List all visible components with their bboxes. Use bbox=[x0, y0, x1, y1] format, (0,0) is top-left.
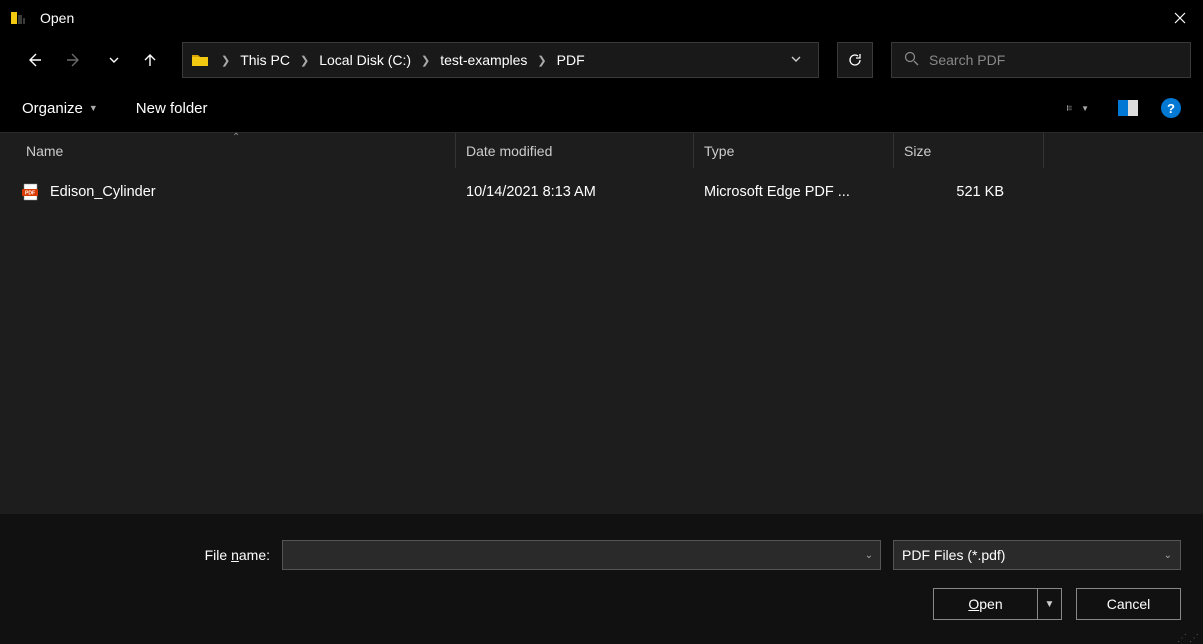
chevron-right-icon[interactable]: ❯ bbox=[415, 54, 436, 67]
sort-indicator-icon: ⌃ bbox=[232, 132, 240, 143]
window-title: Open bbox=[40, 10, 74, 26]
search-input[interactable] bbox=[929, 52, 1178, 68]
breadcrumb-item[interactable]: PDF bbox=[553, 52, 589, 68]
navigation-bar: ❯ This PC ❯ Local Disk (C:) ❯ test-examp… bbox=[0, 36, 1203, 84]
file-row[interactable]: PDF Edison_Cylinder 10/14/2021 8:13 AM M… bbox=[22, 176, 1203, 208]
breadcrumb-item[interactable]: test-examples bbox=[436, 52, 531, 68]
new-folder-label: New folder bbox=[136, 100, 208, 117]
file-type: Microsoft Edge PDF ... bbox=[694, 184, 894, 200]
cancel-button[interactable]: Cancel bbox=[1076, 588, 1181, 620]
forward-button[interactable] bbox=[62, 48, 86, 72]
organize-button[interactable]: Organize ▼ bbox=[22, 100, 98, 117]
view-mode-button[interactable]: ▼ bbox=[1067, 97, 1089, 119]
filter-label: PDF Files (*.pdf) bbox=[902, 547, 1164, 563]
file-type-filter[interactable]: PDF Files (*.pdf) ⌄ bbox=[893, 540, 1181, 570]
pdf-icon: PDF bbox=[22, 183, 40, 201]
breadcrumb-dropdown[interactable] bbox=[782, 52, 810, 68]
chevron-down-icon[interactable]: ⌄ bbox=[858, 541, 880, 569]
organize-label: Organize bbox=[22, 100, 83, 117]
up-button[interactable] bbox=[138, 48, 162, 72]
breadcrumb-item[interactable]: Local Disk (C:) bbox=[315, 52, 415, 68]
folder-icon bbox=[191, 51, 209, 69]
column-header-date[interactable]: Date modified bbox=[456, 133, 694, 168]
column-headers: ⌃ Name Date modified Type Size bbox=[0, 132, 1203, 168]
file-name: Edison_Cylinder bbox=[50, 184, 456, 200]
open-button-group: Open ▼ bbox=[933, 588, 1062, 620]
filename-label: File name: bbox=[22, 547, 282, 563]
titlebar: Open bbox=[0, 0, 1203, 36]
chevron-down-icon: ▼ bbox=[89, 103, 98, 113]
chevron-down-icon: ▼ bbox=[1081, 104, 1089, 113]
search-icon bbox=[904, 51, 919, 69]
filename-combo[interactable]: ⌄ bbox=[282, 540, 881, 570]
chevron-right-icon[interactable]: ❯ bbox=[531, 54, 552, 67]
help-button[interactable]: ? bbox=[1161, 98, 1181, 118]
search-box[interactable] bbox=[891, 42, 1191, 78]
svg-text:PDF: PDF bbox=[25, 191, 35, 197]
breadcrumb[interactable]: ❯ This PC ❯ Local Disk (C:) ❯ test-examp… bbox=[182, 42, 819, 78]
open-button[interactable]: Open bbox=[933, 588, 1038, 620]
toolbar: Organize ▼ New folder ▼ ? bbox=[0, 84, 1203, 132]
bottom-panel: File name: ⌄ PDF Files (*.pdf) ⌄ Open ▼ … bbox=[0, 514, 1203, 644]
resize-grip[interactable]: ⋰⋰ bbox=[1177, 636, 1201, 642]
recent-locations-button[interactable] bbox=[102, 48, 126, 72]
back-button[interactable] bbox=[22, 48, 46, 72]
open-dropdown-button[interactable]: ▼ bbox=[1038, 588, 1062, 620]
column-header-size[interactable]: Size bbox=[894, 133, 1044, 168]
breadcrumb-item[interactable]: This PC bbox=[236, 52, 294, 68]
close-button[interactable] bbox=[1157, 0, 1203, 36]
new-folder-button[interactable]: New folder bbox=[136, 100, 208, 117]
refresh-button[interactable] bbox=[837, 42, 873, 78]
chevron-down-icon: ⌄ bbox=[1164, 541, 1172, 569]
file-date: 10/14/2021 8:13 AM bbox=[456, 184, 694, 200]
chevron-right-icon[interactable]: ❯ bbox=[294, 54, 315, 67]
app-icon bbox=[10, 10, 26, 26]
file-list: PDF Edison_Cylinder 10/14/2021 8:13 AM M… bbox=[0, 168, 1203, 514]
chevron-right-icon[interactable]: ❯ bbox=[215, 54, 236, 67]
preview-pane-button[interactable] bbox=[1117, 97, 1139, 119]
filename-input[interactable] bbox=[283, 548, 858, 563]
file-size: 521 KB bbox=[894, 184, 1044, 200]
column-header-type[interactable]: Type bbox=[694, 133, 894, 168]
